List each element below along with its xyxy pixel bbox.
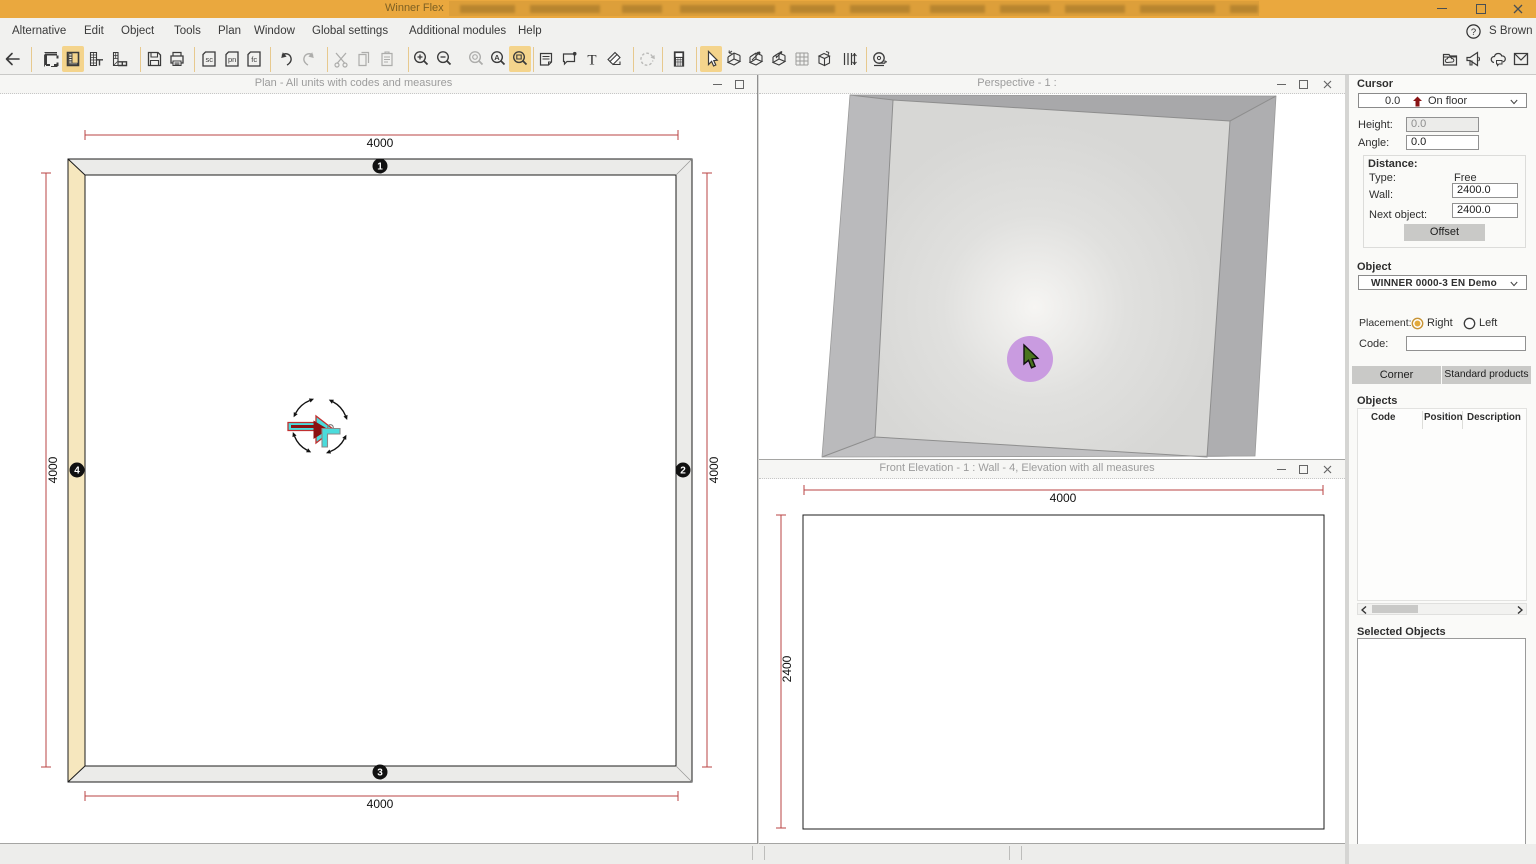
svg-text:4000: 4000: [367, 136, 394, 150]
svg-text:?: ?: [1471, 27, 1476, 38]
svg-text:4000: 4000: [1050, 491, 1077, 505]
svg-text:1: 1: [377, 162, 383, 173]
svg-text:T: T: [587, 53, 596, 69]
svg-text:4: 4: [74, 466, 80, 477]
svg-text:2: 2: [680, 466, 686, 477]
svg-text:pn: pn: [228, 55, 236, 64]
svg-text:A: A: [494, 53, 500, 62]
svg-text:4000: 4000: [707, 456, 721, 483]
svg-text:2400: 2400: [780, 655, 794, 682]
svg-text:sc: sc: [205, 55, 213, 64]
svg-text:4000: 4000: [46, 456, 60, 483]
svg-text:3: 3: [377, 768, 383, 779]
svg-text:fc: fc: [251, 55, 257, 64]
svg-text:4000: 4000: [367, 797, 394, 811]
